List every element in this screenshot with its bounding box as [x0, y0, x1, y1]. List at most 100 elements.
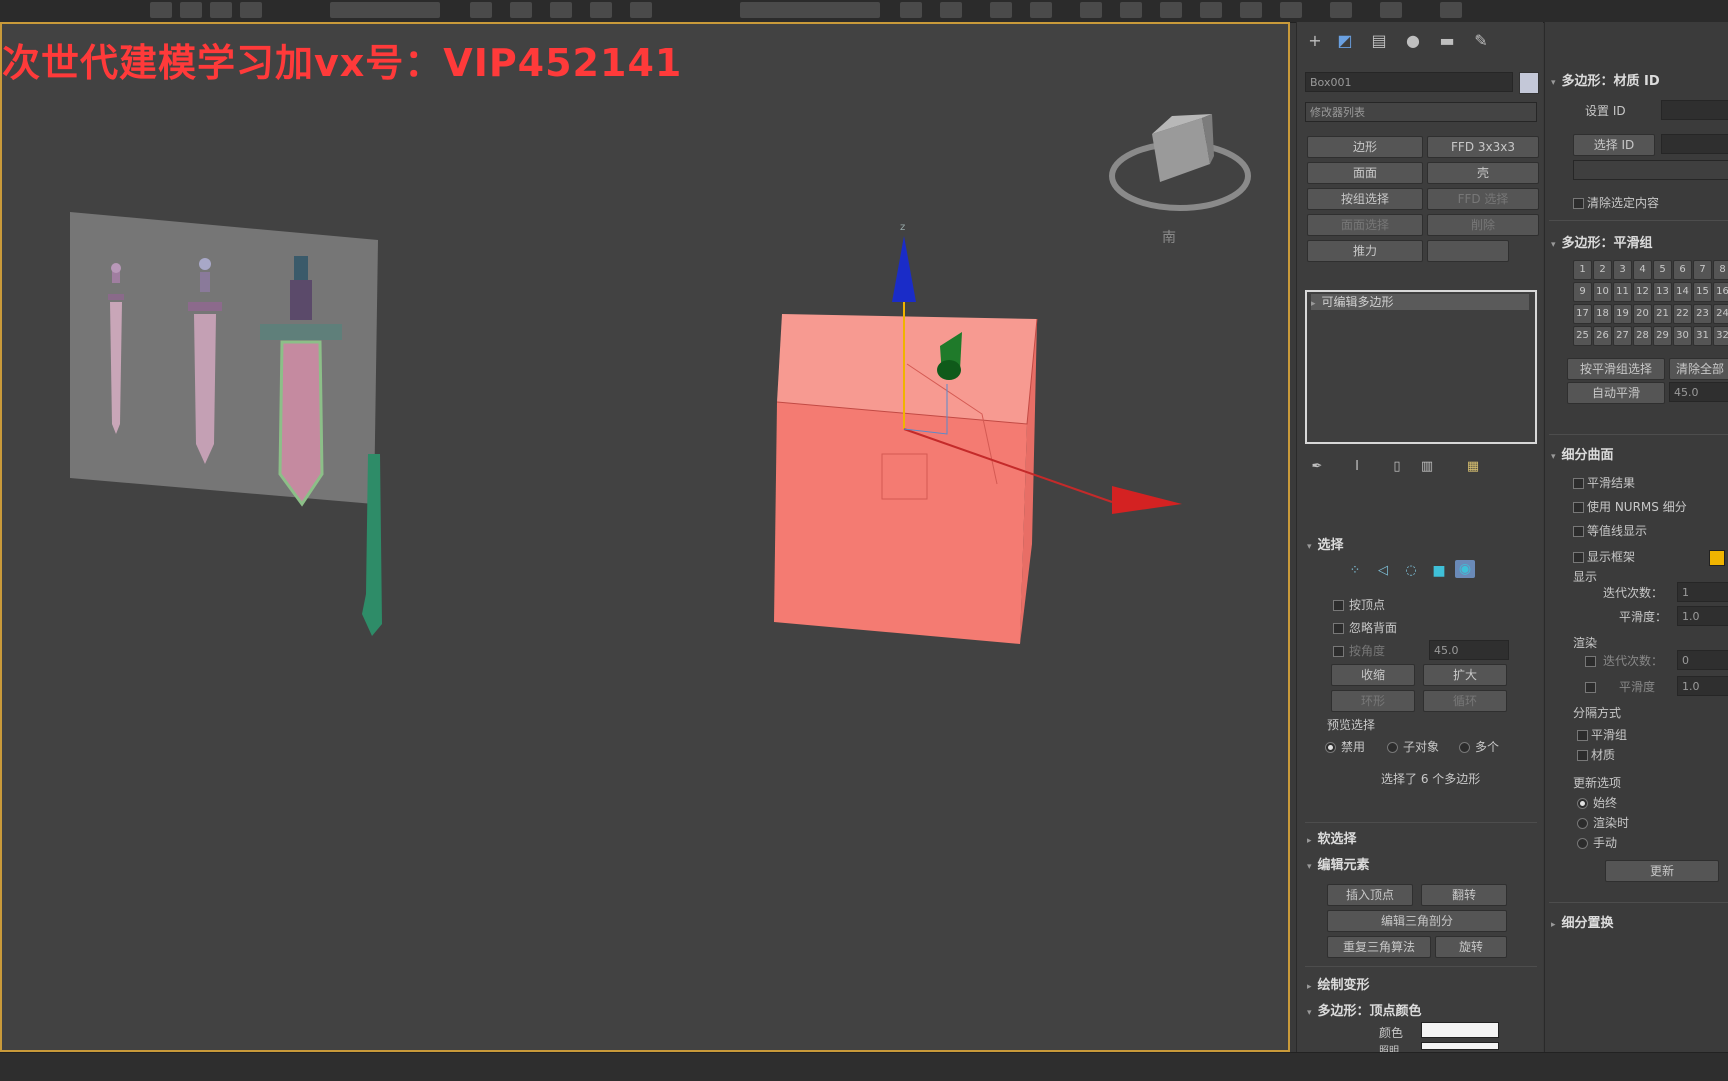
edit-triangulation-button[interactable]: 编辑三角剖分: [1327, 910, 1507, 932]
update-always-radio[interactable]: [1577, 798, 1588, 809]
smoothing-group-button[interactable]: 19: [1613, 304, 1632, 324]
select-move-icon[interactable]: [150, 2, 172, 18]
smoothing-group-button[interactable]: 3: [1613, 260, 1632, 280]
modifier-btn-3[interactable]: 面面: [1307, 162, 1423, 184]
remove-modifier-icon[interactable]: ▥: [1417, 458, 1437, 476]
by-angle-checkbox[interactable]: [1333, 646, 1344, 657]
paint-deform-rollout-header[interactable]: ▸ 绘制变形: [1307, 974, 1370, 993]
smoothing-group-button[interactable]: 18: [1593, 304, 1612, 324]
schematic-icon[interactable]: [1120, 2, 1142, 18]
subdivision-displacement-rollout-header[interactable]: ▸ 细分置换: [1551, 912, 1614, 931]
soft-selection-rollout-header[interactable]: ▸ 软选择: [1307, 828, 1357, 847]
separate-sg-checkbox[interactable]: [1577, 730, 1588, 741]
smoothing-group-button[interactable]: 25: [1573, 326, 1592, 346]
perspective-viewport[interactable]: z 南 次世代建模学习加vx号：VIP452141: [0, 22, 1290, 1052]
named-selection-dropdown[interactable]: [740, 2, 880, 18]
snap-icon[interactable]: [240, 2, 262, 18]
select-by-sg-button[interactable]: 按平滑组选择: [1567, 358, 1665, 380]
update-rendering-radio[interactable]: [1577, 818, 1588, 829]
smoothing-group-button[interactable]: 20: [1633, 304, 1652, 324]
insert-vertex-button[interactable]: 插入顶点: [1327, 884, 1413, 906]
smoothing-group-button[interactable]: 6: [1673, 260, 1692, 280]
modifier-btn-7[interactable]: 面面选择: [1307, 214, 1423, 236]
material-ids-rollout-header[interactable]: ▾ 多边形：材质 ID: [1551, 70, 1660, 89]
select-scale-icon[interactable]: [210, 2, 232, 18]
select-id-field[interactable]: [1661, 134, 1728, 154]
smoothing-group-button[interactable]: 24: [1713, 304, 1728, 324]
display-smoothness-field[interactable]: 1.0: [1677, 606, 1728, 626]
modifier-btn-5[interactable]: 按组选择: [1307, 188, 1423, 210]
edge-mode-icon[interactable]: ◁: [1373, 562, 1393, 580]
smoothing-group-button[interactable]: 28: [1633, 326, 1652, 346]
modifier-list-dropdown[interactable]: 修改器列表: [1305, 102, 1537, 122]
smoothing-group-button[interactable]: 5: [1653, 260, 1672, 280]
loop-button[interactable]: 循环: [1423, 690, 1507, 712]
angle-snap-icon[interactable]: [550, 2, 572, 18]
grow-button[interactable]: 扩大: [1423, 664, 1507, 686]
modify-tab-icon[interactable]: ◩: [1335, 32, 1355, 50]
use-nurms-checkbox[interactable]: [1573, 502, 1584, 513]
modifier-btn-1[interactable]: 边形: [1307, 136, 1423, 158]
display-iterations-field[interactable]: 1: [1677, 582, 1728, 602]
auto-smooth-threshold-field[interactable]: 45.0: [1669, 382, 1728, 402]
show-end-result-icon[interactable]: I: [1347, 458, 1367, 476]
align-icon[interactable]: [940, 2, 962, 18]
smoothing-group-button[interactable]: 27: [1613, 326, 1632, 346]
smoothing-group-button[interactable]: 17: [1573, 304, 1592, 324]
smoothing-group-button[interactable]: 1: [1573, 260, 1592, 280]
render-iterations-checkbox[interactable]: [1585, 656, 1596, 667]
smoothing-group-button[interactable]: 7: [1693, 260, 1712, 280]
element-mode-icon[interactable]: ◉: [1455, 560, 1475, 578]
render-production-icon[interactable]: [1330, 2, 1352, 18]
object-color-swatch[interactable]: [1519, 72, 1539, 94]
smoothing-group-button[interactable]: 13: [1653, 282, 1672, 302]
preview-multi-radio[interactable]: [1459, 742, 1470, 753]
workspace-icon[interactable]: [1440, 2, 1462, 18]
retriangulate-button[interactable]: 重复三角算法: [1327, 936, 1431, 958]
make-unique-icon[interactable]: ▯: [1387, 458, 1407, 476]
smoothing-group-button[interactable]: 8: [1713, 260, 1728, 280]
reference-coord-dropdown[interactable]: [330, 2, 440, 18]
render-iterations-field[interactable]: 0: [1677, 650, 1728, 670]
select-id-button[interactable]: 选择 ID: [1573, 134, 1655, 156]
smoothing-group-button[interactable]: 14: [1673, 282, 1692, 302]
render-smoothness-field[interactable]: 1.0: [1677, 676, 1728, 696]
display-tab-icon[interactable]: ▬: [1437, 32, 1457, 50]
edit-elements-rollout-header[interactable]: ▾ 编辑元素: [1307, 854, 1370, 873]
modifier-btn-2[interactable]: FFD 3x3x3: [1427, 136, 1539, 158]
smoothing-group-button[interactable]: 9: [1573, 282, 1592, 302]
border-mode-icon[interactable]: ◌: [1401, 562, 1421, 580]
shrink-button[interactable]: 收缩: [1331, 664, 1415, 686]
subdivision-surface-rollout-header[interactable]: ▾ 细分曲面: [1551, 444, 1614, 463]
smoothing-group-button[interactable]: 15: [1693, 282, 1712, 302]
viewcube[interactable]: 南: [1109, 114, 1251, 246]
preview-off-radio[interactable]: [1325, 742, 1336, 753]
smoothing-group-button[interactable]: 12: [1633, 282, 1652, 302]
material-editor-icon[interactable]: [1160, 2, 1182, 18]
vertex-colors-rollout-header[interactable]: ▾ 多边形：顶点颜色: [1307, 1000, 1422, 1019]
clear-selection-checkbox[interactable]: [1573, 198, 1584, 209]
smoothing-groups-rollout-header[interactable]: ▾ 多边形：平滑组: [1551, 232, 1653, 251]
vertex-mode-icon[interactable]: ⁘: [1345, 562, 1365, 580]
preview-subobj-radio[interactable]: [1387, 742, 1398, 753]
ribbon-icon[interactable]: [1030, 2, 1052, 18]
modifier-btn-4[interactable]: 壳: [1427, 162, 1539, 184]
smoothing-group-button[interactable]: 16: [1713, 282, 1728, 302]
render-icon[interactable]: [1280, 2, 1302, 18]
smoothing-group-button[interactable]: 4: [1633, 260, 1652, 280]
show-cage-checkbox[interactable]: [1573, 552, 1584, 563]
motion-tab-icon[interactable]: ●: [1403, 32, 1423, 50]
by-vertex-checkbox[interactable]: [1333, 600, 1344, 611]
selection-rollout-header[interactable]: ▾ 选择: [1307, 534, 1344, 553]
ignore-backfacing-checkbox[interactable]: [1333, 623, 1344, 634]
render-smoothness-checkbox[interactable]: [1585, 682, 1596, 693]
render-setup-icon[interactable]: [1200, 2, 1222, 18]
smoothing-group-button[interactable]: 21: [1653, 304, 1672, 324]
smoothing-group-button[interactable]: 10: [1593, 282, 1612, 302]
pin-stack-icon[interactable]: ✒: [1307, 458, 1327, 476]
set-id-field[interactable]: [1661, 100, 1728, 120]
spinner-snap-icon[interactable]: [630, 2, 652, 18]
by-angle-field[interactable]: 45.0: [1429, 640, 1509, 660]
cage-color-swatch[interactable]: [1709, 550, 1725, 566]
isoline-display-checkbox[interactable]: [1573, 526, 1584, 537]
